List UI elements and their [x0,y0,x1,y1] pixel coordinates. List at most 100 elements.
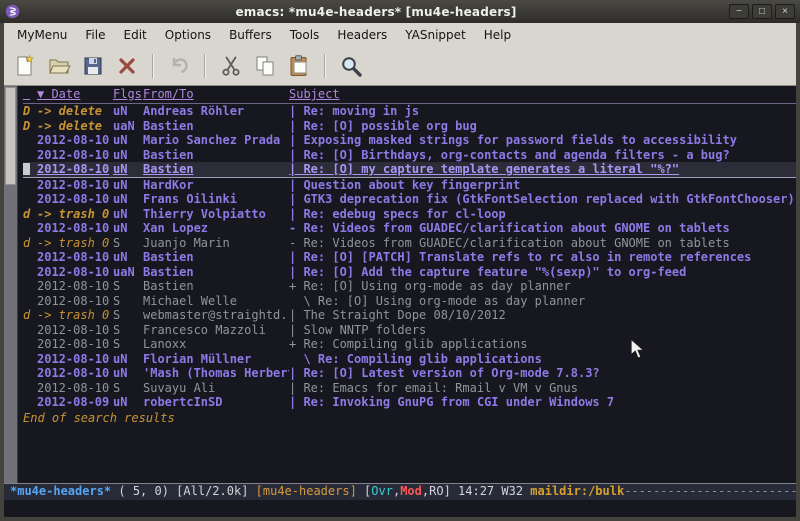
message-row[interactable]: 2012-08-10SFrancesco Mazzoli| Slow NNTP … [23,323,796,338]
toolbar-save-button[interactable] [78,51,108,81]
toolbar-close-button[interactable] [112,51,142,81]
message-flags: S [113,279,143,294]
toolbar-paste-button[interactable] [284,51,314,81]
message-subject: | Re: [O] Latest version of Org-mode 7.8… [289,366,796,381]
message-date: 2012-08-10 [37,162,113,177]
message-from: Xan Lopez [143,221,289,236]
message-row[interactable]: 2012-08-10uNXan Lopez- Re: Videos from G… [23,221,796,236]
minimize-button[interactable]: − [729,4,749,19]
menu-help[interactable]: Help [475,25,520,45]
message-row[interactable]: 2012-08-10uN'Mash (Thomas Herbert)| Re: … [23,366,796,381]
message-from: Bastien [143,148,289,163]
column-flags[interactable]: Flgs [113,87,143,103]
message-mark [23,366,37,381]
toolbar-undo-button[interactable] [164,51,194,81]
message-subject: | Re: edebug specs for cl-loop [289,207,796,222]
message-from: Bastien [143,162,289,177]
message-from: Andreas Röhler [143,104,289,119]
message-mark [23,337,37,352]
menu-tools[interactable]: Tools [281,25,329,45]
column-from[interactable]: From/To [143,87,289,103]
toolbar-separator [152,54,154,78]
message-flags: S [113,323,143,338]
headers-column-header: ▼ Date Flgs From/To Subject [23,87,796,104]
scrollbar-thumb[interactable] [5,87,16,185]
copy-icon [253,54,277,78]
echo-area [4,500,796,517]
menu-options[interactable]: Options [156,25,220,45]
message-date: 2012-08-10 [37,337,113,352]
message-subject: | Slow NNTP folders [289,323,796,338]
message-row[interactable]: 2012-08-10uNFlorian Müllner \ Re: Compil… [23,352,796,367]
modeline-comma: , [393,484,400,500]
message-date: 2012-08-10 [37,221,113,236]
message-subject: + Re: Compiling glib applications [289,337,796,352]
message-row[interactable]: 2012-08-10uNBastien| Re: [O] my capture … [23,162,796,178]
message-from: Bastien [143,265,289,280]
message-row[interactable]: 2012-08-10uNBastien| Re: [O] [PATCH] Tra… [23,250,796,265]
toolbar-open-folder-button[interactable] [44,51,74,81]
message-mark: d [23,207,37,222]
message-subject: | The Straight Dope 08/10/2012 [289,308,796,323]
message-flags: uaN [113,265,143,280]
message-row[interactable]: 2012-08-10uaNBastien| Re: [O] Add the ca… [23,265,796,280]
message-row[interactable]: 2012-08-10SSuvayu Ali| Re: Emacs for ema… [23,381,796,396]
toolbar-copy-button[interactable] [250,51,280,81]
maximize-button[interactable]: □ [752,4,772,19]
menu-file[interactable]: File [76,25,114,45]
toolbar-cut-button[interactable] [216,51,246,81]
message-row[interactable]: D-> deleteuNAndreas Röhler| Re: moving i… [23,104,796,119]
emacs-icon [5,4,20,19]
menu-edit[interactable]: Edit [115,25,156,45]
toolbar-search-button[interactable] [336,51,366,81]
message-flags: uaN [113,119,143,134]
toolbar-new-file-button[interactable] [10,51,40,81]
message-date: -> delete [37,119,113,134]
message-subject: | GTK3 deprecation fix (GtkFontSelection… [289,192,796,207]
menu-buffers[interactable]: Buffers [220,25,281,45]
message-flags: uN [113,178,143,193]
modeline-clock: 14:27 [458,484,494,500]
emacs-point-cursor [23,163,30,175]
message-mark [23,395,37,410]
message-row[interactable]: 2012-08-09uNrobertcInSD| Re: Invoking Gn… [23,395,796,410]
message-row[interactable]: d-> trash 0Swebmaster@straightd...| The … [23,308,796,323]
message-from: HardKor [143,178,289,193]
column-date[interactable]: ▼ Date [37,87,113,103]
message-from: Bastien [143,119,289,134]
frame-client: MyMenuFileEditOptionsBuffersToolsHeaders… [0,23,800,521]
message-subject: | Re: Emacs for email: Rmail v VM v Gnus [289,381,796,396]
close-icon [115,54,139,78]
message-row[interactable]: 2012-08-10SBastien+ Re: [O] Using org-mo… [23,279,796,294]
left-scrollbar[interactable] [4,86,18,483]
message-row[interactable]: 2012-08-10SLanoxx+ Re: Compiling glib ap… [23,337,796,352]
message-row[interactable]: 2012-08-10SMichael Welle \ Re: [O] Using… [23,294,796,309]
message-from: Frans Oilinki [143,192,289,207]
toolbar-separator [324,54,326,78]
close-button[interactable]: × [775,4,795,19]
message-row[interactable]: d-> trash 0uNThierry Volpiatto| Re: edeb… [23,207,796,222]
message-row[interactable]: 2012-08-10uNHardKor| Question about key … [23,178,796,193]
message-flags: uN [113,352,143,367]
modeline-filler: ---------------------------------------- [624,484,796,500]
message-date: -> delete [37,104,113,119]
message-row[interactable]: d-> trash 0SJuanjo Marin- Re: Videos fro… [23,236,796,251]
paste-icon [287,54,311,78]
message-row[interactable]: D-> deleteuaNBastien| Re: [O] possible o… [23,119,796,134]
message-flags: uN [113,148,143,163]
menu-mymenu[interactable]: MyMenu [8,25,76,45]
message-row[interactable]: 2012-08-10uNFrans Oilinki| GTK3 deprecat… [23,192,796,207]
modeline-maildir: maildir:/bulk [530,484,624,500]
message-flags: uN [113,221,143,236]
message-subject: \ Re: Compiling glib applications [289,352,796,367]
column-subject[interactable]: Subject [289,87,796,103]
message-row[interactable]: 2012-08-10uNMario Sanchez Prada| Exposin… [23,133,796,148]
menu-headers[interactable]: Headers [328,25,396,45]
undo-icon [167,54,191,78]
message-date: 2012-08-10 [37,352,113,367]
message-row[interactable]: 2012-08-10uNBastien| Re: [O] Birthdays, … [23,148,796,163]
message-flags: uN [113,250,143,265]
menu-yasnippet[interactable]: YASnippet [396,25,475,45]
message-flags: uN [113,133,143,148]
message-mark [23,133,37,148]
